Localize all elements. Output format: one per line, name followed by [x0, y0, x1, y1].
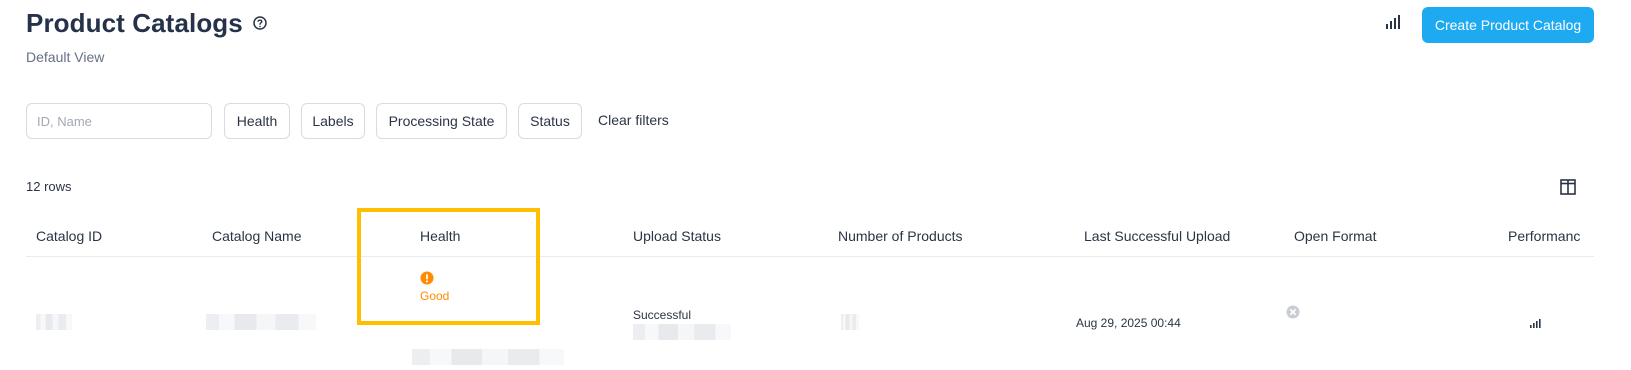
- status-filter-button[interactable]: Status: [518, 103, 582, 139]
- column-header-last-successful-upload[interactable]: Last Successful Upload: [1084, 228, 1230, 244]
- catalogs-table: Catalog ID Catalog Name Health Upload St…: [26, 214, 1594, 370]
- column-header-performance[interactable]: Performanc: [1508, 228, 1580, 244]
- row-count: 12 rows: [26, 179, 72, 194]
- health-cell: Good: [420, 271, 500, 303]
- redacted-number-of-products: [841, 314, 859, 330]
- redacted-health-detail: [412, 349, 564, 365]
- view-name: Default View: [26, 49, 105, 65]
- search-input[interactable]: [26, 103, 212, 139]
- help-icon[interactable]: [253, 16, 267, 30]
- processing-state-filter-button[interactable]: Processing State: [376, 103, 507, 139]
- column-header-upload-status[interactable]: Upload Status: [633, 228, 721, 244]
- close-circle-icon: [1286, 305, 1300, 319]
- clear-filters-link[interactable]: Clear filters: [598, 112, 669, 128]
- redacted-upload-detail: [633, 324, 731, 340]
- column-header-catalog-name[interactable]: Catalog Name: [212, 228, 302, 244]
- warning-circle-icon: [420, 271, 434, 285]
- health-filter-button[interactable]: Health: [224, 103, 290, 139]
- redacted-catalog-name: [206, 314, 316, 330]
- columns-layout-icon[interactable]: [1559, 178, 1577, 196]
- redacted-catalog-id: [36, 314, 72, 330]
- table-header: Catalog ID Catalog Name Health Upload St…: [26, 214, 1594, 257]
- page-title: Product Catalogs: [26, 8, 243, 38]
- labels-filter-button[interactable]: Labels: [301, 103, 365, 139]
- column-header-open-format[interactable]: Open Format: [1294, 228, 1376, 244]
- signal-bars-icon[interactable]: [1529, 315, 1543, 329]
- signal-bars-icon[interactable]: [1385, 13, 1403, 31]
- column-header-catalog-id[interactable]: Catalog ID: [36, 228, 102, 244]
- column-header-number-of-products[interactable]: Number of Products: [838, 228, 963, 244]
- last-successful-upload: Aug 29, 2025 00:44: [1076, 316, 1181, 330]
- health-status: Good: [420, 289, 450, 303]
- create-product-catalog-button[interactable]: Create Product Catalog: [1422, 7, 1594, 43]
- table-row[interactable]: Good Successful Aug 29, 2025 00:44: [26, 257, 1594, 370]
- upload-status: Successful: [633, 308, 692, 322]
- column-header-health[interactable]: Health: [420, 228, 460, 244]
